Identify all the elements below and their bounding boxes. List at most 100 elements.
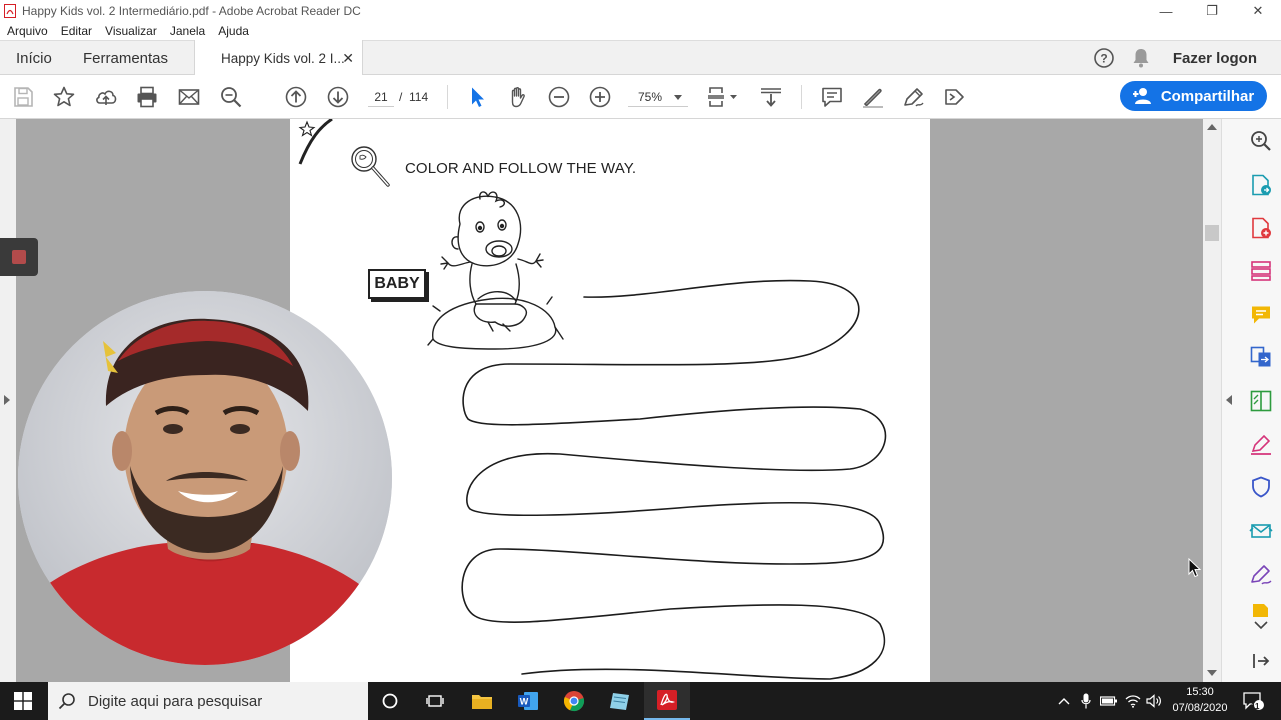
send-review-icon[interactable] — [1249, 519, 1273, 543]
chevron-down-icon — [674, 95, 682, 100]
battery-tray-button[interactable] — [1098, 682, 1120, 720]
sign-icon[interactable] — [1249, 562, 1273, 586]
clock-time: 15:30 — [1186, 686, 1214, 698]
save-icon[interactable] — [11, 85, 35, 109]
fill-sign-icon[interactable] — [1249, 432, 1273, 456]
collapse-right-pane-icon[interactable] — [1226, 395, 1232, 405]
menu-arquivo[interactable]: Arquivo — [7, 24, 48, 38]
screen-recording-indicator[interactable] — [0, 238, 38, 276]
scroll-down-icon[interactable] — [1207, 670, 1217, 676]
comment-icon[interactable] — [820, 85, 844, 109]
close-tab-icon[interactable]: ✕ — [342, 50, 354, 67]
word-taskbar-button[interactable]: W — [506, 682, 550, 720]
create-pdf-icon[interactable] — [1249, 216, 1273, 240]
page-down-icon[interactable] — [326, 85, 350, 109]
battery-icon — [1100, 696, 1117, 706]
taskbar-search-box[interactable]: Digite aqui para pesquisar — [48, 682, 368, 720]
menu-ajuda[interactable]: Ajuda — [218, 24, 249, 38]
login-link[interactable]: Fazer logon — [1173, 50, 1257, 67]
scroll-thumb[interactable] — [1205, 225, 1219, 241]
more-tools-icon[interactable] — [1249, 603, 1273, 617]
upload-cloud-icon[interactable] — [94, 85, 118, 109]
speaker-icon — [1146, 694, 1161, 708]
volume-tray-button[interactable] — [1144, 682, 1164, 720]
chrome-taskbar-button[interactable] — [552, 682, 596, 720]
bookmark-star-icon[interactable] — [52, 85, 76, 109]
share-button[interactable]: Compartilhar — [1120, 81, 1267, 111]
page-separator: / — [399, 90, 403, 104]
combine-files-icon[interactable] — [1249, 345, 1273, 369]
wifi-tray-button[interactable] — [1122, 682, 1144, 720]
zoom-select[interactable]: 75% — [628, 87, 688, 107]
scroll-mode-icon[interactable] — [759, 85, 783, 109]
minimize-button[interactable]: — — [1143, 0, 1189, 22]
zoom-in-icon[interactable] — [588, 85, 612, 109]
chrome-icon — [563, 691, 585, 712]
menu-janela[interactable]: Janela — [170, 24, 205, 38]
toolbar: 21 / 114 75% Compartilhar — [0, 75, 1281, 119]
help-icon[interactable]: ? — [1093, 47, 1115, 69]
start-button[interactable] — [0, 682, 46, 720]
restore-button[interactable]: ❐ — [1189, 0, 1235, 22]
chevron-up-icon — [1058, 698, 1070, 705]
windows-taskbar: Digite aqui para pesquisar W 15:30 07/08… — [0, 682, 1281, 720]
tab-document[interactable]: Happy Kids vol. 2 I... ✕ — [194, 40, 363, 76]
protect-icon[interactable] — [1249, 475, 1273, 499]
wifi-icon — [1125, 695, 1141, 708]
select-arrow-icon[interactable] — [465, 85, 489, 109]
bell-icon[interactable] — [1131, 47, 1151, 69]
zoom-search-icon[interactable] — [219, 85, 243, 109]
window-title: Happy Kids vol. 2 Intermediário.pdf - Ad… — [22, 4, 361, 18]
menu-visualizar[interactable]: Visualizar — [105, 24, 157, 38]
tab-tools[interactable]: Ferramentas — [83, 41, 168, 75]
app-taskbar-button[interactable] — [598, 682, 642, 720]
action-center-button[interactable]: 11 — [1236, 682, 1270, 720]
toolbar-separator — [447, 85, 448, 109]
page-number-input[interactable]: 21 — [368, 87, 394, 107]
cortana-button[interactable] — [368, 682, 412, 720]
email-icon[interactable] — [177, 85, 201, 109]
search-placeholder: Digite aqui para pesquisar — [88, 692, 263, 710]
show-hidden-icons-button[interactable] — [1055, 682, 1073, 720]
organize-pages-icon[interactable] — [1249, 259, 1273, 283]
search-icon[interactable] — [1249, 129, 1273, 153]
edit-pdf-icon[interactable] — [1249, 389, 1273, 413]
highlight-icon[interactable] — [861, 85, 885, 109]
folder-icon — [472, 695, 492, 709]
zoom-out-icon[interactable] — [547, 85, 571, 109]
comment-icon[interactable] — [1249, 303, 1273, 327]
close-window-button[interactable]: ✕ — [1235, 0, 1281, 22]
menu-editar[interactable]: Editar — [61, 24, 92, 38]
acrobat-taskbar-button[interactable] — [644, 682, 690, 720]
vertical-scrollbar[interactable] — [1203, 119, 1221, 682]
print-icon[interactable] — [135, 85, 159, 109]
collapse-panel-icon[interactable] — [1249, 649, 1273, 673]
expand-left-pane-icon[interactable] — [4, 395, 10, 405]
svg-text:W: W — [520, 697, 529, 707]
windows-logo-icon — [14, 692, 32, 710]
left-navigation-pane[interactable] — [0, 119, 16, 682]
clock-date: 07/08/2020 — [1172, 702, 1228, 714]
more-tools-icon[interactable] — [943, 85, 967, 109]
fit-page-icon[interactable] — [706, 85, 740, 109]
add-user-icon — [1132, 88, 1151, 104]
presenter-video-image — [18, 291, 392, 665]
notification-count-badge: 11 — [1251, 702, 1260, 711]
microphone-tray-button[interactable] — [1076, 682, 1096, 720]
mouse-cursor-icon — [1188, 558, 1202, 578]
export-pdf-icon[interactable] — [1249, 173, 1273, 197]
chevron-down-icon[interactable] — [1249, 619, 1273, 633]
task-view-button[interactable] — [412, 682, 458, 720]
tab-bar: Início Ferramentas Happy Kids vol. 2 I..… — [0, 40, 1281, 76]
zoom-value: 75% — [638, 90, 663, 104]
stop-recording-icon[interactable] — [12, 250, 26, 264]
sign-icon[interactable] — [902, 85, 926, 109]
scroll-up-icon[interactable] — [1207, 124, 1217, 130]
tab-document-label: Happy Kids vol. 2 I... — [221, 50, 345, 66]
taskbar-clock[interactable]: 15:30 07/08/2020 — [1166, 684, 1234, 716]
toolbar-separator — [801, 85, 802, 109]
file-explorer-taskbar-button[interactable] — [460, 682, 504, 720]
page-up-icon[interactable] — [284, 85, 308, 109]
hand-icon[interactable] — [506, 85, 530, 109]
tab-home[interactable]: Início — [16, 41, 52, 75]
